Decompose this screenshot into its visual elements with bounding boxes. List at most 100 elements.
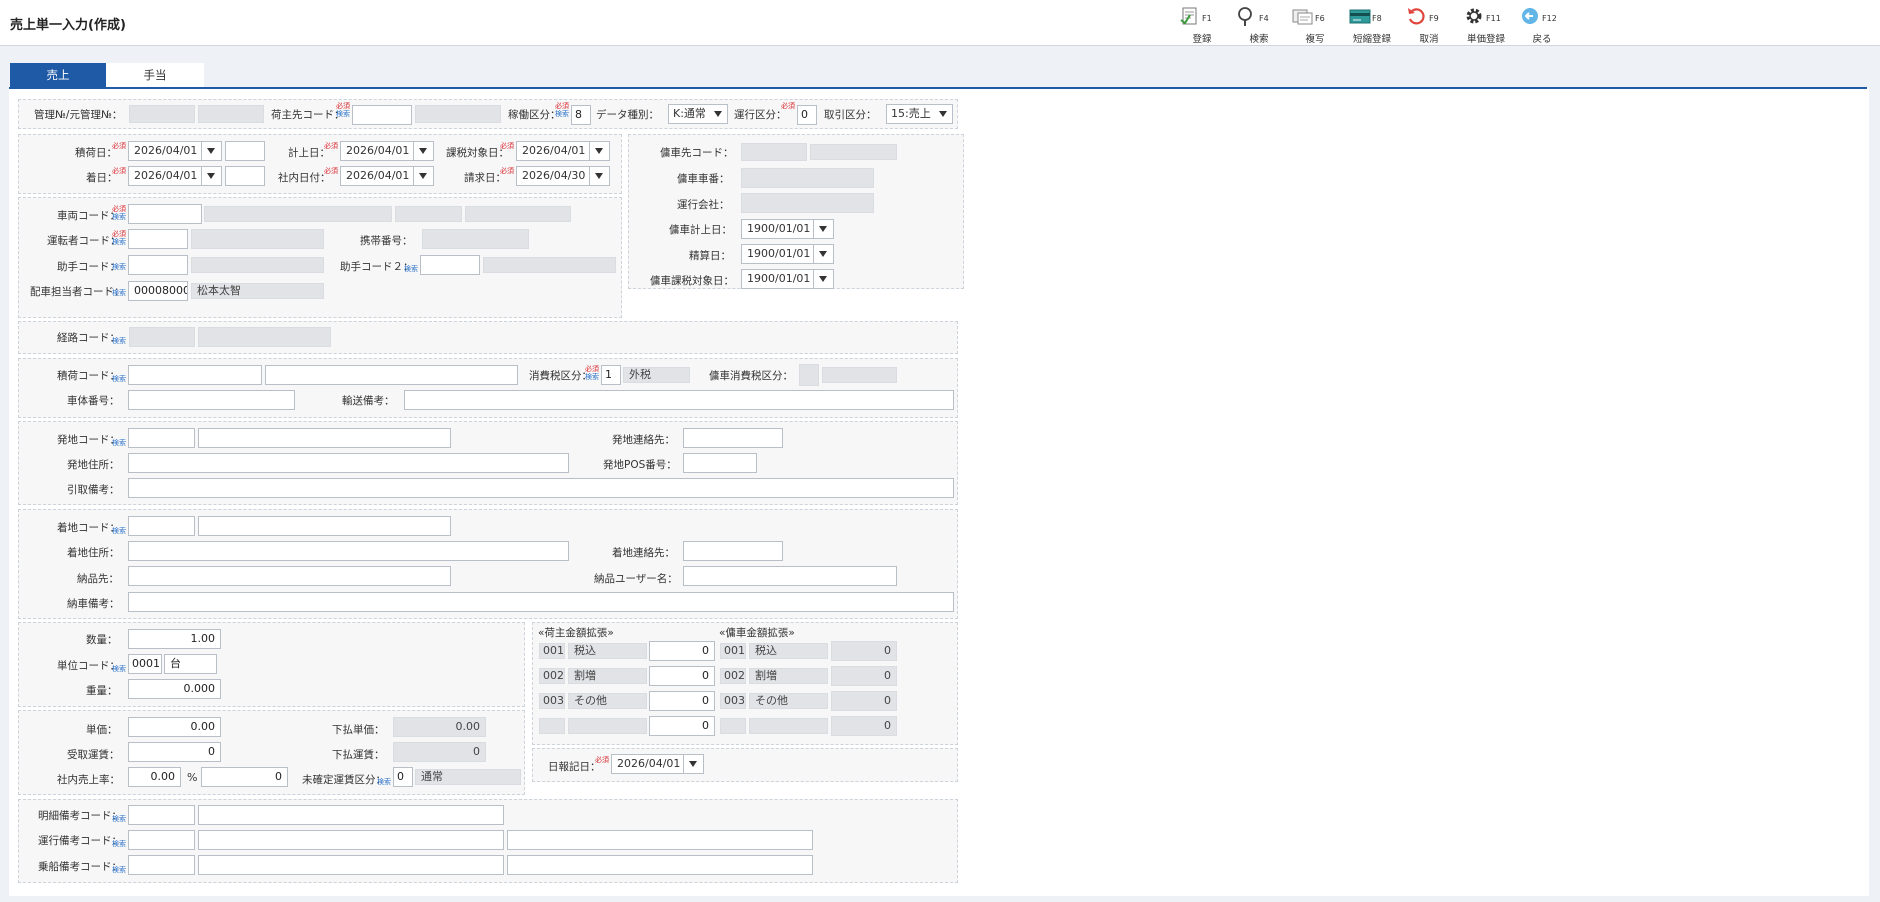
search-link[interactable]: 検索 (112, 526, 126, 536)
hatsu-code-input[interactable] (128, 428, 195, 448)
untensha-code-input[interactable] (128, 229, 188, 249)
ninushi-code-input[interactable] (352, 105, 412, 125)
toolbar-f11-button[interactable]: F11 単価登録 (1458, 4, 1514, 45)
toolbar-f4-button[interactable]: F4 検索 (1231, 4, 1287, 45)
mikakutei-input[interactable]: 0 (393, 767, 413, 787)
yosha-keijo-picker[interactable]: 1900/01/01 (741, 219, 834, 239)
shanai-date-picker[interactable]: 2026/04/01 (340, 166, 434, 186)
ninushi-ext-amount-input[interactable]: 0 (649, 666, 715, 686)
shanai-amount-input[interactable]: 0 (201, 767, 288, 787)
unkou-input[interactable]: 0 (797, 105, 817, 125)
calendar-dropdown-icon[interactable] (413, 167, 433, 185)
search-link[interactable]: 検索 (112, 438, 126, 448)
chaku-time-input[interactable] (225, 166, 265, 186)
search-link[interactable]: 検索 (112, 288, 126, 298)
calendar-dropdown-icon[interactable] (813, 270, 833, 288)
seisan-date-picker[interactable]: 1900/01/01 (741, 244, 834, 264)
sharyo-code-input[interactable] (128, 204, 202, 224)
hatsu-renraku-input[interactable] (683, 428, 783, 448)
calendar-dropdown-icon[interactable] (201, 142, 221, 160)
josen-biko-code-input[interactable] (128, 855, 195, 875)
search-link[interactable]: 検索 (112, 839, 126, 849)
shanai-ritsu-input[interactable]: 0.00 (128, 767, 181, 787)
tsumi-date-value: 2026/04/01 (134, 144, 198, 157)
function-key-label: F1 (1202, 14, 1212, 23)
ninushi-ext-amount-input[interactable]: 0 (649, 691, 715, 711)
nohin-input[interactable] (128, 566, 451, 586)
calendar-dropdown-icon[interactable] (813, 245, 833, 263)
torihiki-select[interactable]: 15:売上 (886, 104, 953, 124)
search-link[interactable]: 検索 (112, 262, 126, 272)
unko-biko-text2-input[interactable] (507, 830, 813, 850)
seikyu-date-picker[interactable]: 2026/04/30 (516, 166, 610, 186)
kadou-input[interactable]: 8 (571, 105, 591, 125)
nosha-biko-input[interactable] (128, 592, 954, 612)
yuso-biko-input[interactable] (404, 390, 954, 410)
hikitori-biko-input[interactable] (128, 478, 954, 498)
toolbar-f6-button[interactable]: F6 複写 (1287, 4, 1343, 45)
tanka-input[interactable]: 0.00 (128, 717, 221, 737)
shatai-input[interactable] (128, 390, 295, 410)
calendar-dropdown-icon[interactable] (683, 755, 703, 773)
tani-name-input[interactable]: 台 (164, 654, 217, 674)
tsumi-date-label: 積荷日： (75, 147, 117, 159)
nippo-date-picker[interactable]: 2026/04/01 (611, 754, 704, 774)
juryo-input[interactable]: 0.000 (128, 679, 221, 699)
tsumini-name-input[interactable] (265, 365, 518, 385)
meisai-biko-code-input[interactable] (128, 805, 195, 825)
search-link[interactable]: 検索 (112, 336, 126, 346)
tsumini-code-input[interactable] (128, 365, 262, 385)
toolbar-f9-button[interactable]: F9 取消 (1401, 4, 1457, 45)
tab-uriage[interactable]: 売上 (10, 63, 106, 88)
search-link[interactable]: 検索 (112, 374, 126, 384)
josen-biko-text2-input[interactable] (507, 855, 813, 875)
calendar-dropdown-icon[interactable] (201, 167, 221, 185)
kanri-no-field (129, 105, 195, 123)
search-link[interactable]: 検索 (112, 865, 126, 875)
joshu2-code-input[interactable] (420, 255, 480, 275)
haisha-code-input[interactable]: 00008000 (128, 281, 188, 301)
chakuchi-jusho-input[interactable] (128, 541, 569, 561)
tab-teate[interactable]: 手当 (106, 63, 204, 88)
hatsu-name-input[interactable] (198, 428, 451, 448)
uketori-input[interactable]: 0 (128, 742, 221, 762)
search-link[interactable]: 検索 (112, 664, 126, 674)
ninushi-ext-amount-input[interactable]: 0 (649, 641, 715, 661)
yosha-kazei-picker[interactable]: 1900/01/01 (741, 269, 834, 289)
calendar-dropdown-icon[interactable] (589, 167, 609, 185)
meisai-biko-text-input[interactable] (198, 805, 504, 825)
hatsu-pos-input[interactable] (683, 453, 757, 473)
shohizei-input[interactable]: 1 (601, 365, 621, 385)
search-link[interactable]: 検索 (112, 814, 126, 824)
tani-code-input[interactable]: 0001 (128, 654, 162, 674)
toolbar-f12-button[interactable]: F12 戻る (1514, 4, 1570, 45)
unko-biko-code-input[interactable] (128, 830, 195, 850)
kazei-date-picker[interactable]: 2026/04/01 (516, 141, 610, 161)
keijo-date-picker[interactable]: 2026/04/01 (340, 141, 434, 161)
data-type-select[interactable]: K:通常 (668, 104, 728, 124)
chaku-date-picker[interactable]: 2026/04/01 (128, 166, 222, 186)
suryo-input[interactable]: 1.00 (128, 629, 221, 649)
unko-biko-text-input[interactable] (198, 830, 504, 850)
search-link[interactable]: 検索 (404, 264, 418, 274)
nohin-user-input[interactable] (683, 566, 897, 586)
toolbar-f8-button[interactable]: F8 短縮登録 (1344, 4, 1400, 45)
joshu-code-input[interactable] (128, 255, 188, 275)
calendar-dropdown-icon[interactable] (813, 220, 833, 238)
ninushi-ext-amount-input[interactable]: 0 (649, 716, 715, 736)
josen-biko-text-input[interactable] (198, 855, 504, 875)
tsumi-date-picker[interactable]: 2026/04/01 (128, 141, 222, 161)
toolbar-label: 戻る (1532, 34, 1552, 45)
calendar-dropdown-icon[interactable] (589, 142, 609, 160)
function-key-label: F12 (1542, 14, 1557, 23)
yosha-kazei-value: 1900/01/01 (747, 272, 811, 285)
chakuchi-renraku-input[interactable] (683, 541, 783, 561)
toolbar-f1-button[interactable]: F1 登録 (1174, 4, 1230, 45)
tsumi-time-input[interactable] (225, 141, 265, 161)
chakuchi-name-input[interactable] (198, 516, 451, 536)
hatsu-jusho-input[interactable] (128, 453, 569, 473)
search-link[interactable]: 検索 (377, 777, 391, 787)
calendar-dropdown-icon[interactable] (413, 142, 433, 160)
yosha-ext-code: 001 (720, 643, 746, 659)
chakuchi-code-input[interactable] (128, 516, 195, 536)
